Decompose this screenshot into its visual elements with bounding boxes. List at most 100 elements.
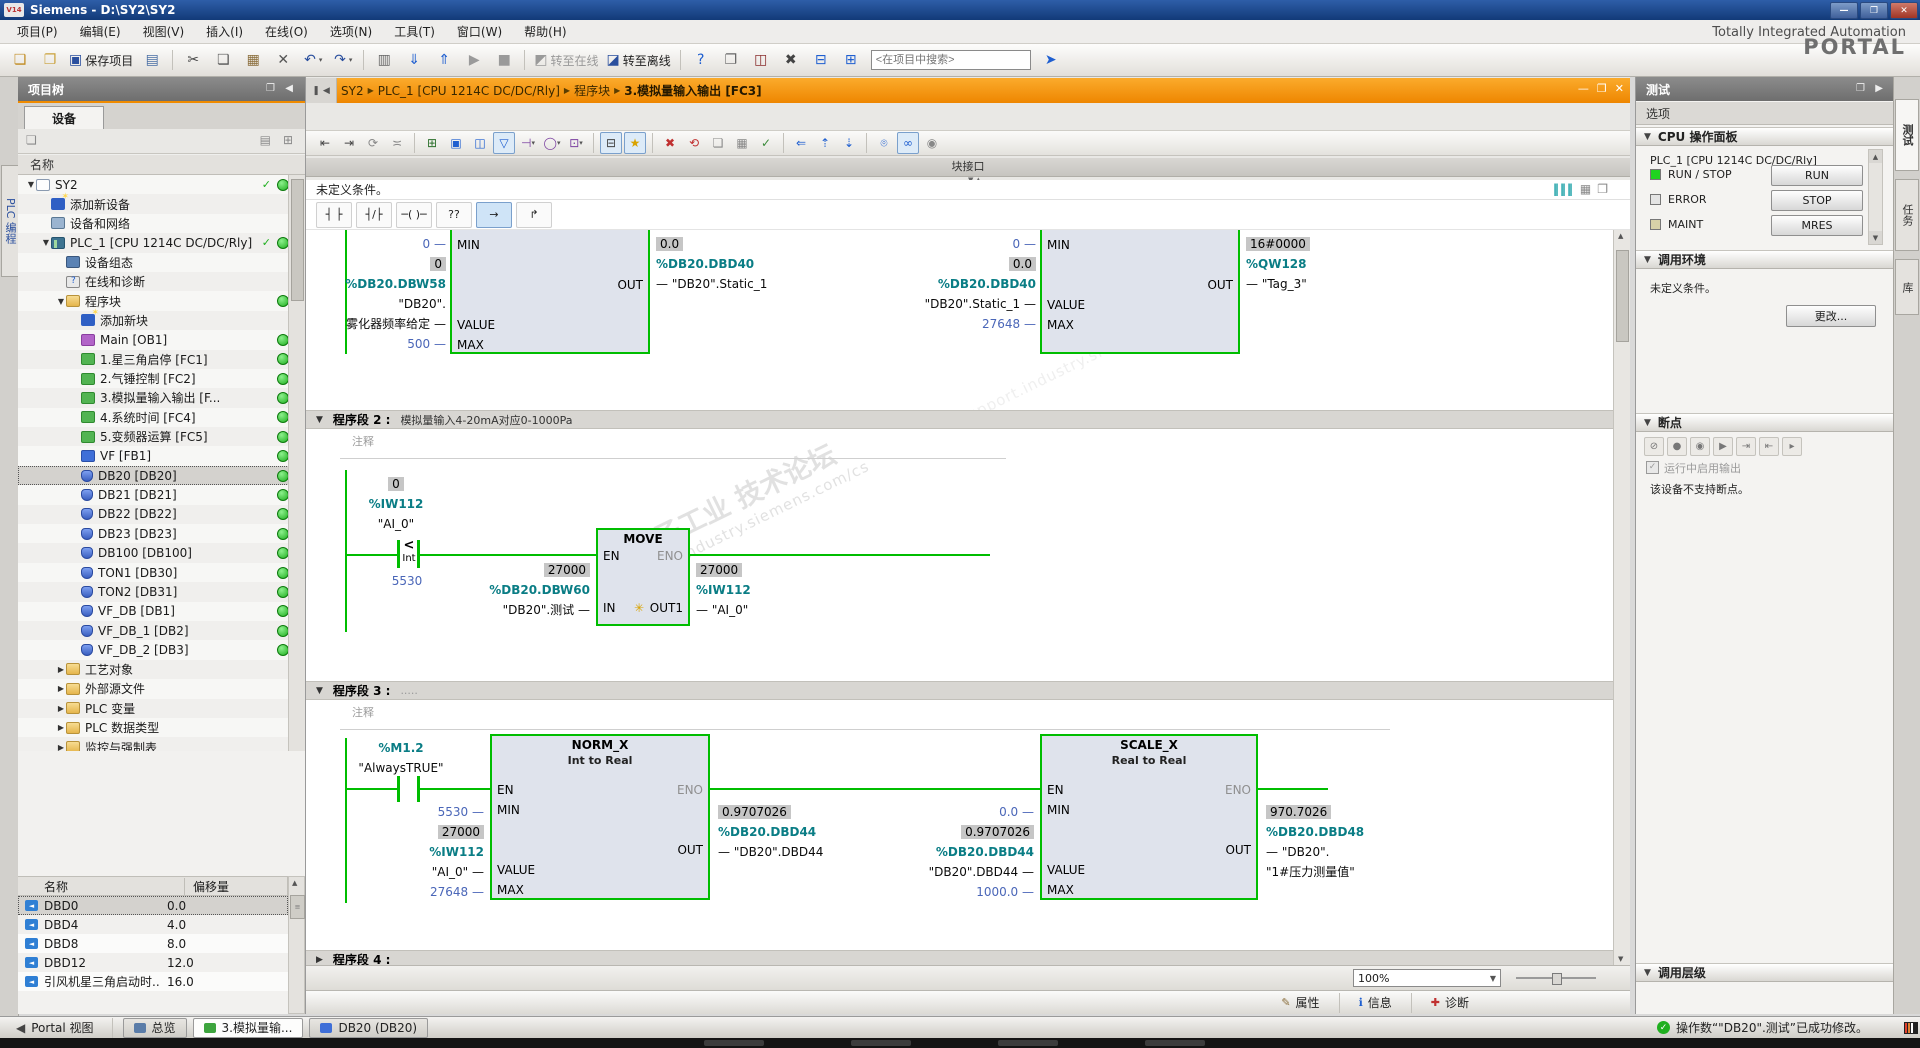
tree-item[interactable]: ▶ 外部源文件 (18, 679, 305, 698)
operand-stack[interactable]: 27000 %IW112— "AI_0" (696, 560, 896, 620)
network-4-header[interactable]: ▶ 程序段 4 : (306, 950, 1614, 965)
detail-vertical-scrollbar[interactable]: ▲ ≡ (288, 876, 305, 1014)
tree-item[interactable]: 添加新设备 (18, 192, 305, 214)
menu-n[interactable]: 选项(N) (319, 20, 383, 43)
tree-item[interactable]: VF_DB [DB1] (18, 602, 305, 621)
tree-item[interactable]: TON2 [DB31] (18, 582, 305, 602)
go-online-small-icon[interactable]: ⌾ (873, 132, 895, 154)
expand-network-icon[interactable]: ▶ (316, 955, 323, 965)
breakpoint-icon-1[interactable]: ⊘ (1644, 437, 1664, 456)
tree-item[interactable]: 添加新块 (18, 308, 305, 331)
collapse-icon[interactable]: ▼ (26, 180, 36, 189)
tab-diagnostics[interactable]: ✚ 诊断 (1420, 991, 1480, 1014)
tree-item[interactable]: 在线和诊断 (18, 271, 305, 292)
save-project-button[interactable]: ▣ 保存项目 (66, 48, 136, 72)
grid-icon[interactable]: ▦ (1580, 182, 1591, 196)
empty-box-icon[interactable]: ?? (436, 201, 472, 228)
operand-stack[interactable]: 970.7026 %DB20.DBD48— "DB20". "1#压力测量值" (1266, 802, 1466, 882)
upload-from-device-icon[interactable]: ⇑ (430, 48, 458, 72)
download-to-device-icon[interactable]: ⇓ (400, 48, 428, 72)
tree-item[interactable]: TON1 [DB30] (18, 563, 305, 582)
pin-out[interactable]: OUT (677, 843, 703, 857)
undo-icon[interactable]: ↶ ▾ (299, 48, 327, 72)
pin-max[interactable]: MAX (1047, 883, 1074, 897)
goto-first-icon[interactable]: ⇤ (314, 132, 336, 154)
goto-last-icon[interactable]: ⇥ (338, 132, 360, 154)
redo-icon[interactable]: ↷ ▾ (329, 48, 357, 72)
run-button[interactable]: RUN (1771, 165, 1863, 186)
stop-button[interactable]: STOP (1771, 190, 1863, 211)
limit-block-2[interactable]: MIN VALUE MAX OUT (1040, 230, 1240, 354)
new-project-icon[interactable]: ❏ (6, 48, 34, 72)
network-comment-placeholder[interactable]: 注释 (352, 704, 374, 720)
open-branch-icon[interactable]: → (476, 201, 512, 228)
editor-minimize-icon[interactable]: — (1578, 82, 1589, 95)
go-online-button[interactable]: ◩ 转至在线 (531, 48, 601, 72)
favorites-star-icon[interactable]: ★ (624, 132, 646, 154)
detail-row[interactable]: ◄ 引风机星三角启动时... 16.0 (18, 972, 288, 991)
delete-monitor-icon[interactable]: ✖ (659, 132, 681, 154)
taskbar-button[interactable] (998, 1040, 1058, 1046)
tree-item[interactable]: VF_DB_1 [DB2] (18, 620, 305, 641)
pin-max[interactable]: MAX (1047, 318, 1074, 332)
bottom-tab-总览[interactable]: 总览 (122, 1017, 187, 1038)
reset-icon[interactable]: ⟲ (683, 132, 705, 154)
detail-row[interactable]: ◄ DBD0 0.0 (18, 896, 288, 915)
pin-min[interactable]: MIN (457, 238, 480, 252)
breakpoint-icon-5[interactable]: ⇥ (1736, 437, 1756, 456)
detail-row[interactable]: ◄ DBD8 8.0 (18, 934, 288, 953)
online-diagnostics-icon[interactable]: ? (687, 48, 715, 72)
tree-item[interactable]: 设备组态 (18, 253, 305, 272)
breakpoint-icon-2[interactable]: ● (1667, 437, 1687, 456)
pin-eno[interactable]: ENO (1225, 783, 1251, 797)
paste-icon[interactable]: ▦ (239, 48, 267, 72)
menu-v[interactable]: 视图(V) (132, 20, 196, 43)
breakpoint-icon-4[interactable]: ▶ (1713, 437, 1733, 456)
tab-info[interactable]: ℹ 信息 (1348, 991, 1403, 1014)
pin-min[interactable]: MIN (1047, 803, 1070, 817)
splitter-grip[interactable]: ❚ ◀ (306, 78, 337, 103)
limit-block-1[interactable]: MIN VALUE MAX OUT (450, 230, 650, 354)
operand-stack[interactable]: 0.0 —0.9707026 %DB20.DBD44 "DB20".DBD44 —1… (864, 802, 1034, 902)
contact-operand[interactable]: 0 %IW112 "AI_0" (336, 474, 456, 534)
pin-min[interactable]: MIN (497, 803, 520, 817)
pin-value[interactable]: VALUE (1047, 298, 1085, 312)
tree-vertical-scrollbar[interactable] (288, 175, 305, 760)
add-branch-icon[interactable]: ◫ (469, 132, 491, 154)
expand-icon[interactable]: ▶ (56, 684, 66, 693)
print-icon[interactable]: ▤ (138, 48, 166, 72)
zoom-slider[interactable] (1516, 973, 1596, 985)
tree-item[interactable]: 1.星三角启停 [FC1] (18, 349, 305, 369)
pin-out[interactable]: OUT (1207, 278, 1233, 292)
breadcrumb-project[interactable]: SY2 (341, 84, 364, 98)
tree-item[interactable]: 3.模拟量输入输出 [F... (18, 388, 305, 408)
pin-min[interactable]: MIN (1047, 238, 1070, 252)
expand-icon[interactable]: ▶ (56, 723, 66, 732)
tree-item[interactable]: ▶ PLC 变量 (18, 698, 305, 718)
scroll-up-icon[interactable]: ▲ (292, 879, 297, 887)
window-icon[interactable]: ❐ (1597, 182, 1608, 196)
expand-icon[interactable]: ▶ (56, 665, 66, 674)
tree-item[interactable]: DB23 [DB23] (18, 524, 305, 543)
pin-out1[interactable]: OUT1 (650, 601, 683, 615)
delete-icon[interactable]: ✕ (269, 48, 297, 72)
expand-icon[interactable]: ▶ (56, 704, 66, 713)
change-button[interactable]: 更改... (1786, 305, 1876, 327)
window-maximize-button[interactable]: ❐ (1860, 2, 1888, 19)
pin-panel-icon[interactable]: ❐ (266, 83, 275, 94)
breakpoint-icon-7[interactable]: ▸ (1782, 437, 1802, 456)
tree-item[interactable]: ▼ PLC_1 [CPU 1214C DC/DC/Rly] ✓ (18, 233, 305, 253)
tree-item[interactable]: 4.系统时间 [FC4] (18, 408, 305, 427)
portal-view-button[interactable]: ◀ Portal 视图 (8, 1018, 102, 1037)
menu-t[interactable]: 工具(T) (383, 20, 446, 43)
collapse-network-icon[interactable]: ▼ (316, 686, 323, 696)
tree-item[interactable]: DB21 [DB21] (18, 485, 305, 504)
bottom-tab-DB20-(DB20)[interactable]: DB20 (DB20) (309, 1017, 429, 1038)
window-close-button[interactable]: ✕ (1890, 2, 1918, 19)
menu-p[interactable]: 项目(P) (6, 20, 69, 43)
compare-icon[interactable]: ≍ (386, 132, 408, 154)
insert-coil-icon[interactable]: ◯ ▾ (541, 132, 563, 154)
collapse-panel-icon[interactable]: ◀ (285, 83, 293, 94)
collapse-network-icon[interactable]: ▼ (316, 415, 323, 425)
breadcrumb-folder[interactable]: 程序块 (574, 82, 610, 99)
